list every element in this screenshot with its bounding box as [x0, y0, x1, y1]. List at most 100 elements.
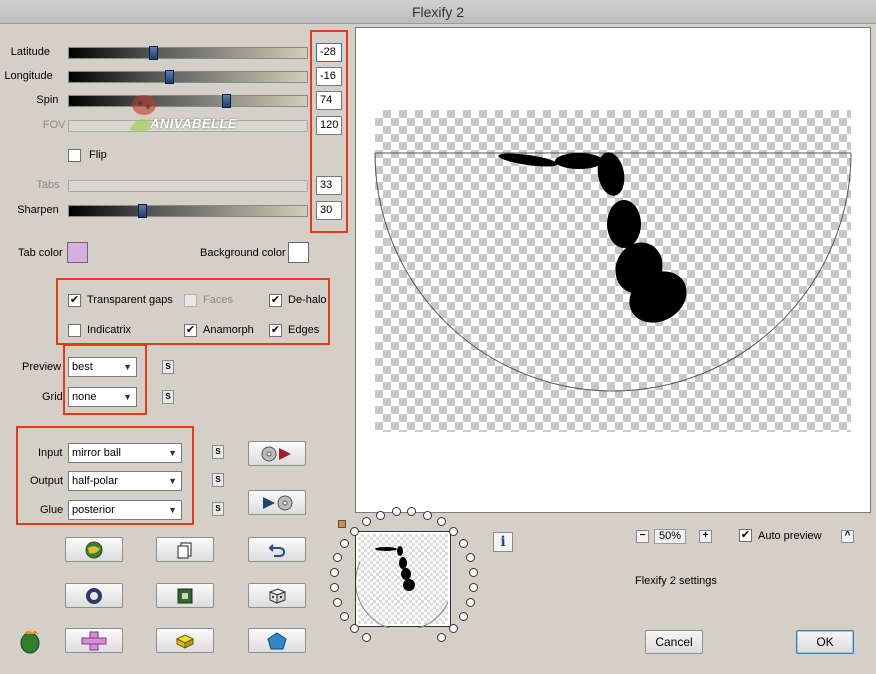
- edges-checkbox[interactable]: ✔: [269, 324, 282, 337]
- preview-label: Preview: [22, 361, 62, 373]
- glue-s-button[interactable]: S: [212, 502, 224, 516]
- navigator-ring-dot[interactable]: [407, 507, 417, 517]
- transparent-gaps-label: Transparent gaps: [87, 294, 173, 306]
- navigator-ring-dot[interactable]: [469, 567, 479, 577]
- undo-button[interactable]: [248, 537, 306, 562]
- navigator-handle[interactable]: [338, 520, 346, 528]
- flip-checkbox[interactable]: [68, 149, 81, 162]
- preview-quality-value: best: [72, 361, 93, 373]
- chevron-down-icon: ▼: [168, 505, 177, 515]
- flexify-window: Flexify 2 Latitude -28 Longitude -16 Spin 74 F…: [0, 0, 876, 674]
- tab-color-swatch[interactable]: [67, 242, 88, 263]
- collapse-button[interactable]: ^: [841, 530, 854, 543]
- cancel-button[interactable]: Cancel: [645, 630, 703, 654]
- navigator-ring-dot[interactable]: [437, 633, 446, 643]
- flaming-pear-icon: [20, 630, 40, 654]
- swap-output-button[interactable]: [248, 490, 306, 515]
- navigator-ring-dot[interactable]: [349, 623, 359, 633]
- navigator-ring-dot[interactable]: [350, 526, 360, 536]
- random-dice-button[interactable]: [248, 583, 306, 608]
- auto-preview-checkbox[interactable]: ✔: [739, 529, 752, 542]
- navigator-ring-dot[interactable]: [422, 510, 432, 520]
- longitude-label: Longitude: [4, 70, 53, 82]
- copy-button[interactable]: [156, 537, 214, 562]
- sharpen-slider-thumb[interactable]: [137, 204, 147, 218]
- output-s-button[interactable]: S: [212, 473, 224, 487]
- latitude-slider[interactable]: [68, 46, 308, 60]
- brick-button[interactable]: [156, 628, 214, 653]
- disc-arrow-right-icon: [261, 446, 291, 461]
- watermark-text: ANIVABELLE: [150, 116, 238, 131]
- navigator-ring-dot[interactable]: [340, 538, 350, 548]
- input-select[interactable]: mirror ball ▼: [68, 443, 182, 463]
- navigator-ring-dot[interactable]: [465, 597, 475, 607]
- navigator-ring-dot[interactable]: [465, 552, 475, 562]
- navigator-ring-dot[interactable]: [436, 517, 446, 527]
- navigator-ring-dot[interactable]: [362, 517, 372, 527]
- grid-s-button[interactable]: S: [162, 390, 174, 404]
- glue-label: Glue: [40, 504, 64, 516]
- navigator-ring-dot[interactable]: [329, 582, 339, 592]
- navigator-ring-dot[interactable]: [340, 611, 350, 621]
- preview-render: [374, 152, 852, 392]
- navigator-ring-dot[interactable]: [449, 623, 459, 633]
- anivabelle-watermark: ANIVABELLE: [122, 89, 252, 141]
- background-color-swatch[interactable]: [288, 242, 309, 263]
- tabs-value-input[interactable]: 33: [316, 176, 342, 195]
- fov-value-input[interactable]: 120: [316, 116, 342, 135]
- glue-select[interactable]: posterior ▼: [68, 500, 182, 520]
- longitude-slider[interactable]: [68, 70, 308, 84]
- input-s-button[interactable]: S: [212, 445, 224, 459]
- anamorph-checkbox[interactable]: ✔: [184, 324, 197, 337]
- pentagon-button[interactable]: [248, 628, 306, 653]
- swap-input-button[interactable]: [248, 441, 306, 466]
- grid-select[interactable]: none ▼: [68, 387, 137, 407]
- indicatrix-checkbox[interactable]: [68, 324, 81, 337]
- ladybug-logo-icon: [130, 95, 156, 133]
- globe-icon: [85, 541, 103, 558]
- ok-button[interactable]: OK: [796, 630, 854, 654]
- navigator-ring-dot[interactable]: [391, 507, 401, 517]
- randomize-globe-button[interactable]: [65, 537, 123, 562]
- navigator-ring-dot[interactable]: [376, 510, 386, 520]
- info-button[interactable]: i: [493, 532, 513, 552]
- latitude-value-input[interactable]: -28: [316, 43, 342, 62]
- zoom-in-button[interactable]: +: [699, 530, 712, 543]
- cross-button[interactable]: [65, 628, 123, 653]
- navigator-ring-dot[interactable]: [333, 597, 343, 607]
- longitude-slider-thumb[interactable]: [165, 70, 175, 84]
- spin-label: Spin: [36, 94, 59, 106]
- de-halo-label: De-halo: [288, 294, 327, 306]
- ring-icon: [86, 587, 102, 604]
- preview-quality-select[interactable]: best ▼: [68, 357, 137, 377]
- preview-s-button[interactable]: S: [162, 360, 174, 374]
- navigator-ring-dot[interactable]: [329, 567, 339, 577]
- pink-cross-icon: [81, 631, 107, 650]
- zoom-level: 50%: [654, 529, 686, 544]
- blue-pentagon-icon: [267, 631, 287, 649]
- indicatrix-label: Indicatrix: [87, 324, 132, 336]
- navigator-ring-dot[interactable]: [448, 526, 458, 536]
- latitude-slider-thumb[interactable]: [149, 46, 159, 60]
- frame-button[interactable]: [156, 583, 214, 608]
- navigator-ring-dot[interactable]: [361, 633, 371, 643]
- longitude-value-input[interactable]: -16: [316, 67, 342, 86]
- navigator-thumbnail[interactable]: [355, 531, 451, 628]
- sharpen-slider[interactable]: [68, 204, 308, 218]
- faces-label: Faces: [203, 294, 233, 306]
- navigator-ring-dot[interactable]: [458, 611, 468, 621]
- preview-canvas[interactable]: [355, 27, 871, 513]
- zoom-out-button[interactable]: −: [636, 530, 649, 543]
- sharpen-value-input[interactable]: 30: [316, 201, 342, 220]
- output-select[interactable]: half-polar ▼: [68, 471, 182, 491]
- ring-button[interactable]: [65, 583, 123, 608]
- transparent-gaps-checkbox[interactable]: ✔: [68, 294, 81, 307]
- de-halo-checkbox[interactable]: ✔: [269, 294, 282, 307]
- navigator-ring-dot[interactable]: [333, 552, 343, 562]
- navigator-ring-dot[interactable]: [469, 582, 479, 592]
- tabs-slider[interactable]: [68, 180, 308, 192]
- chevron-down-icon: ▼: [168, 448, 177, 458]
- navigator-ring-dot[interactable]: [458, 538, 468, 548]
- spin-value-input[interactable]: 74: [316, 91, 342, 110]
- auto-preview-label: Auto preview: [758, 530, 822, 542]
